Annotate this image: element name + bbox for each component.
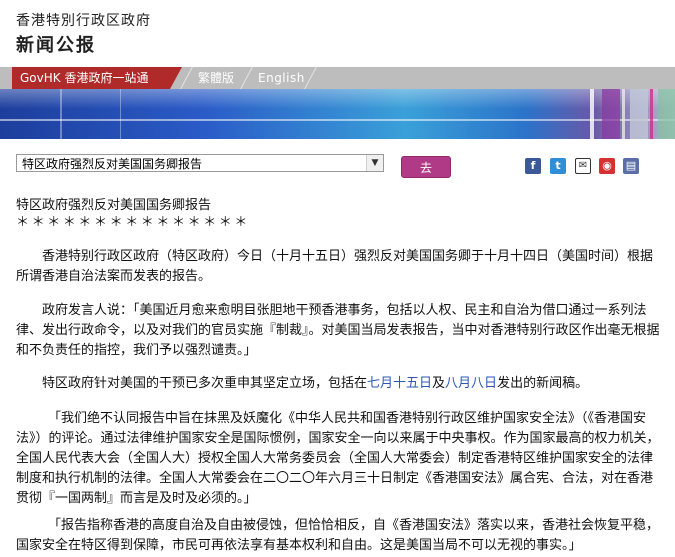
- top-nav-bar: GovHK 香港政府一站通 繁體版 English: [0, 67, 675, 89]
- paragraph-4: 「我们绝不认同报告中旨在抹黑及妖魔化《中华人民共和国香港特别行政区维护国家安全法…: [16, 411, 660, 506]
- english-link[interactable]: English: [258, 67, 305, 89]
- link-aug-8[interactable]: 八月八日: [445, 376, 497, 391]
- article-select[interactable]: 特区政府强烈反对美国国务卿报告 ▼: [16, 154, 384, 172]
- go-button[interactable]: 去: [401, 156, 451, 178]
- link-july-15[interactable]: 七月十五日: [367, 376, 432, 391]
- decorative-banner: [0, 89, 675, 139]
- paragraph-1: 香港特别行政区政府（特区政府）今日（十月十五日）强烈反对美国国务卿于十月十四日（…: [16, 249, 654, 284]
- chevron-down-icon: ▼: [366, 155, 383, 171]
- title-divider-stars: ＊＊＊＊＊＊＊＊＊＊＊＊＊＊＊: [16, 215, 251, 230]
- paragraph-5: 「报告指称香港的高度自治及自由被侵蚀，但恰恰相反，自《香港国安法》落实以来，香港…: [16, 518, 660, 553]
- email-icon[interactable]: ✉: [575, 158, 591, 174]
- print-icon[interactable]: ▤: [623, 158, 639, 174]
- paragraph-3: 特区政府针对美国的干预已多次重申其坚定立场，包括在七月十五日及八月八日发出的新闻…: [42, 376, 589, 391]
- govhk-link[interactable]: GovHK 香港政府一站通: [12, 67, 182, 89]
- nav-divider: [180, 67, 193, 89]
- paragraph-2: 政府发言人说：「美国近月愈来愈明目张胆地干预香港事务，包括以人权、民主和自治为借…: [16, 303, 660, 358]
- article-select-value: 特区政府强烈反对美国国务卿报告: [22, 157, 203, 171]
- article-title: 特区政府强烈反对美国国务卿报告: [16, 198, 212, 213]
- government-name: 香港特別行政区政府: [16, 13, 151, 29]
- nav-divider: [240, 67, 253, 89]
- twitter-icon[interactable]: t: [550, 158, 566, 174]
- weibo-icon[interactable]: ◉: [599, 158, 615, 174]
- page-section-title: 新闻公报: [16, 35, 96, 56]
- facebook-icon[interactable]: f: [525, 158, 541, 174]
- traditional-chinese-link[interactable]: 繁體版: [198, 67, 234, 89]
- nav-divider: [304, 67, 317, 89]
